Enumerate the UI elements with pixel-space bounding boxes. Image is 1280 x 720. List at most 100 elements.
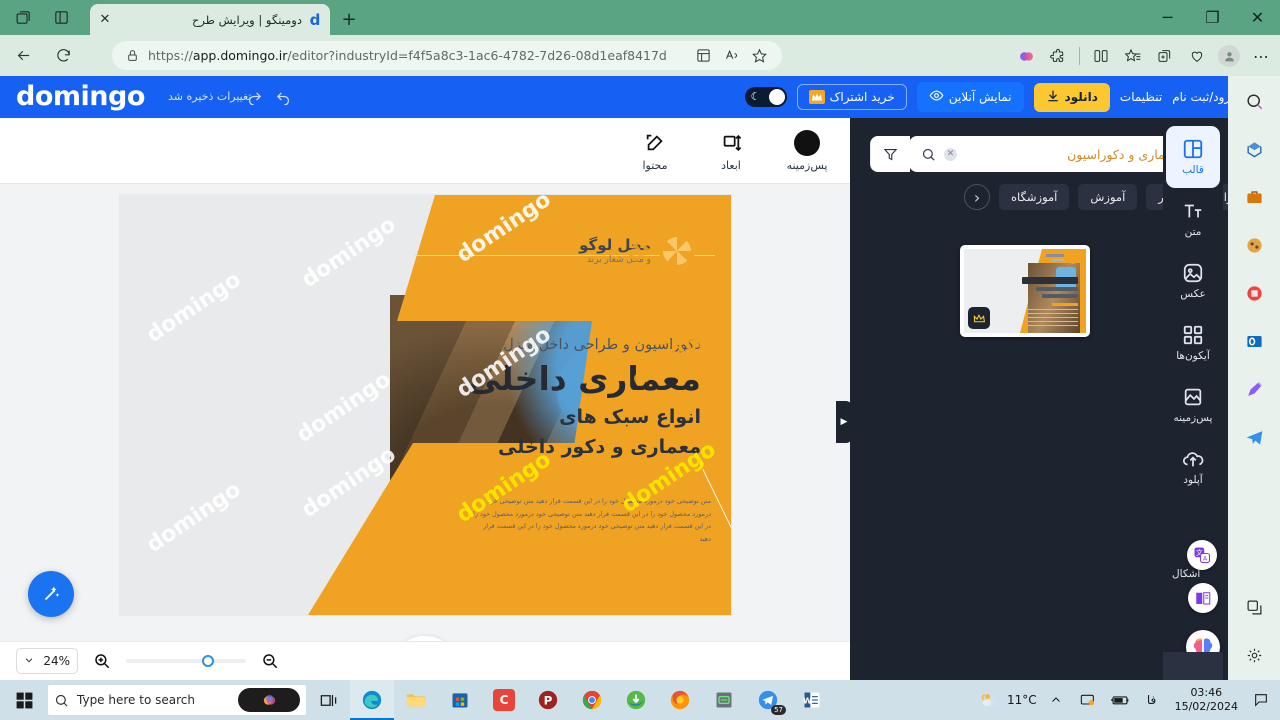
task-view-button[interactable] (306, 680, 350, 720)
login-register-link[interactable]: ورود/ثبت نام (1172, 90, 1236, 104)
sidebar-design-icon[interactable] (1239, 374, 1269, 404)
clear-search-icon[interactable]: ✕ (944, 147, 957, 161)
undo-redo-group (246, 88, 292, 109)
split-screen-icon[interactable] (690, 43, 716, 69)
online-preview-button[interactable]: نمایش آنلاین (916, 82, 1024, 112)
maximize-button[interactable]: ❐ (1190, 0, 1235, 35)
taskbar-app-edge[interactable] (350, 680, 394, 720)
rail-item-text[interactable]: متن (1166, 188, 1220, 250)
sidebar-office-icon[interactable] (1239, 278, 1269, 308)
action-center-icon[interactable] (1248, 683, 1274, 717)
taskbar-app-camtasia[interactable]: C (482, 680, 526, 720)
sidebar-tools-icon[interactable] (1239, 182, 1269, 212)
reload-icon[interactable] (46, 39, 80, 73)
template-search-box[interactable]: معماری و دکوراسیون ✕ (909, 136, 1190, 172)
extensions-icon[interactable] (1043, 41, 1073, 71)
tool-content-label: محتوا (642, 158, 668, 172)
tool-dimensions[interactable]: ابعاد (706, 130, 756, 172)
weather-widget[interactable]: 11°C (980, 683, 1037, 717)
sidebar-games-icon[interactable] (1239, 230, 1269, 260)
rail-bottom-strip (1163, 652, 1223, 680)
sidebar-outlook-icon[interactable] (1239, 326, 1269, 356)
zoom-slider[interactable] (126, 655, 246, 667)
battery-icon[interactable] (1107, 683, 1133, 717)
tool-background[interactable]: پس‌زمینه (782, 129, 832, 172)
taskbar-search-box[interactable]: Type here to search (48, 685, 306, 715)
guide-book-floating-icon[interactable] (1188, 583, 1218, 613)
tray-expand-icon[interactable] (1043, 683, 1069, 717)
rail-item-upload[interactable]: آپلود (1166, 436, 1220, 498)
browser-menu-icon[interactable]: ⋯ (1246, 41, 1276, 71)
theme-toggle[interactable]: ☾ (744, 87, 787, 107)
sidebar-open-new-icon[interactable] (1239, 592, 1269, 622)
filter-button[interactable] (870, 136, 910, 172)
tool-content[interactable]: محتوا (630, 130, 680, 172)
redo-icon[interactable] (246, 88, 263, 109)
panel-collapse-toggle[interactable]: ▶ (836, 401, 852, 443)
tab-split-icon[interactable] (46, 4, 76, 32)
copilot-button[interactable] (238, 688, 300, 712)
app-logo[interactable]: domingo (16, 83, 145, 110)
favorite-star-icon[interactable] (746, 43, 772, 69)
buy-subscription-button[interactable]: خرید اشتراک (796, 84, 907, 110)
favorites-list-icon[interactable] (1118, 41, 1148, 71)
rail-item-image[interactable]: عکس (1166, 250, 1220, 312)
canvas-area[interactable]: محل لوگو و محل شعار برند دکوراسیون و طرا… (0, 184, 850, 641)
thumb-logo-mark (1068, 254, 1078, 264)
start-button[interactable] (0, 680, 48, 720)
download-button[interactable]: دانلود (1033, 82, 1110, 112)
svg-text:P: P (544, 694, 553, 708)
rail-item-icons[interactable]: آیکون‌ها (1166, 312, 1220, 374)
design-canvas[interactable]: محل لوگو و محل شعار برند دکوراسیون و طرا… (120, 195, 731, 615)
add-collection-icon[interactable] (1150, 41, 1180, 71)
close-window-button[interactable]: ✕ (1235, 0, 1280, 35)
address-bar[interactable]: https://app.domingo.ir/editor?industryId… (112, 41, 782, 70)
template-search-input[interactable]: معماری و دکوراسیون (965, 147, 1178, 162)
taskbar-app-word[interactable]: W (790, 680, 834, 720)
taskbar-app-idm[interactable] (614, 680, 658, 720)
network-icon[interactable] (1075, 683, 1101, 717)
tab-collections-icon[interactable] (8, 4, 38, 32)
minimize-button[interactable]: ─ (1145, 0, 1190, 35)
design-text-block[interactable]: دکوراسیون و طراحی داخل منزل معماری داخلی… (371, 334, 702, 462)
search-icon[interactable] (921, 147, 936, 162)
taskbar-app-chrome[interactable] (570, 680, 614, 720)
split-window-icon[interactable] (1086, 41, 1116, 71)
settings-link[interactable]: تنظیمات (1120, 90, 1162, 104)
undo-icon[interactable] (275, 88, 292, 109)
sidebar-telegram-icon[interactable] (1239, 422, 1269, 452)
tab-close-icon[interactable]: ✕ (96, 11, 114, 29)
ai-magic-button[interactable] (28, 571, 74, 617)
taskbar-app-potplayer[interactable]: P (526, 680, 570, 720)
taskbar-app-notepad[interactable] (702, 680, 746, 720)
chip-education[interactable]: آموزش (1078, 184, 1138, 210)
translate-floating-icon[interactable]: 文A (1187, 540, 1217, 570)
new-tab-button[interactable]: + (338, 8, 360, 30)
chips-prev-button[interactable]: ‹ (964, 184, 991, 210)
profile-avatar[interactable] (1214, 41, 1244, 71)
back-icon[interactable] (6, 39, 40, 73)
language-indicator[interactable]: فا (1139, 683, 1165, 717)
sidebar-settings-icon[interactable] (1239, 640, 1269, 670)
zoom-in-icon[interactable] (90, 649, 114, 673)
copilot-icon[interactable] (1011, 41, 1041, 71)
browser-tab[interactable]: ✕ دومینگو | ویرایش طرح d (90, 4, 330, 35)
taskbar-app-explorer[interactable] (394, 680, 438, 720)
taskbar-app-store[interactable] (438, 680, 482, 720)
sidebar-search-icon[interactable] (1239, 86, 1269, 116)
read-aloud-icon[interactable] (718, 43, 744, 69)
taskbar-app-telegram[interactable]: 57 (746, 680, 790, 720)
watermark: domingo (142, 266, 246, 349)
zoom-level-select[interactable]: 24% (16, 648, 78, 674)
rail-item-background[interactable]: پس‌زمینه (1166, 374, 1220, 436)
design-logo-block[interactable]: محل لوگو و محل شعار برند (579, 233, 695, 269)
chip-school[interactable]: آموزشگاه (999, 184, 1070, 210)
sidebar-shopping-icon[interactable] (1239, 134, 1269, 164)
taskbar-clock[interactable]: 03:46 15/02/2024 (1171, 686, 1242, 714)
zoom-out-icon[interactable] (258, 649, 282, 673)
browser-essentials-icon[interactable] (1182, 41, 1212, 71)
zoom-slider-knob[interactable] (202, 655, 214, 667)
template-thumbnail-card[interactable] (960, 245, 1090, 337)
taskbar-app-firefox[interactable] (658, 680, 702, 720)
rail-item-template[interactable]: قالب (1166, 126, 1220, 188)
